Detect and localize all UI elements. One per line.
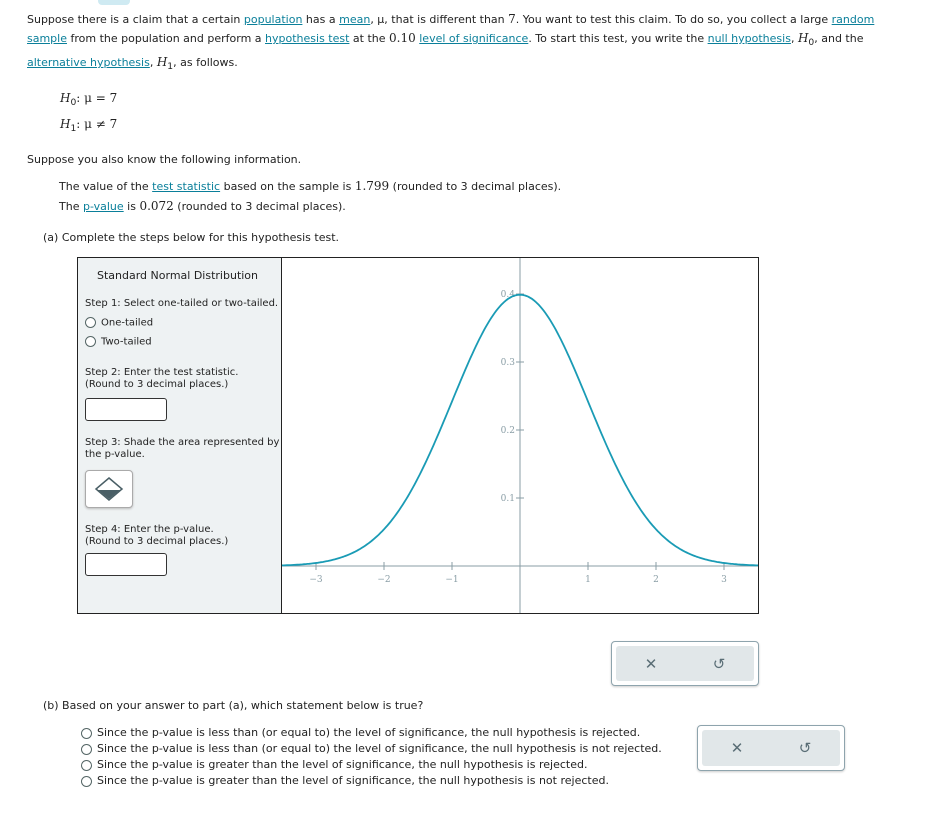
label: Two-tailed (101, 336, 152, 348)
text: has a (302, 13, 340, 26)
normal-curve-plot[interactable]: −3 −2 −1 1 2 30.10.20.30.4 (282, 258, 758, 613)
text: based on the sample is (220, 180, 355, 193)
text: , (149, 56, 157, 69)
mean-link[interactable]: mean (339, 13, 370, 26)
test-statistic-info: The value of the test statistic based on… (59, 179, 561, 193)
x-tick-label: 2 (653, 575, 659, 585)
part-b-actions: ✕ ↺ (697, 725, 845, 771)
x-icon[interactable]: ✕ (645, 655, 658, 673)
part-a-label: (a) Complete the steps below for this hy… (43, 231, 340, 244)
alternative-hypothesis-link[interactable]: alternative hypothesis (27, 56, 150, 69)
p-value-info: The p-value is 0.072 (rounded to 3 decim… (59, 199, 346, 213)
text: (rounded to 3 decimal places). (389, 180, 562, 193)
x-tick-label: −3 (309, 575, 323, 585)
text: Suppose there is a claim that a certain (27, 13, 244, 26)
y-tick-label: 0.3 (501, 358, 516, 368)
label: Since the p-value is less than (or equal… (97, 742, 662, 755)
sample-link[interactable]: sample (27, 32, 67, 45)
text: The value of the (59, 180, 153, 193)
radio[interactable] (81, 727, 92, 739)
actions-bg: ✕ ↺ (616, 646, 754, 681)
step3-label: Step 3: Shade the area represented by (85, 437, 280, 448)
x-tick-label: −1 (445, 575, 458, 585)
text: , μ, that is different than (370, 13, 509, 26)
radio[interactable] (85, 317, 96, 328)
step2-label: Step 2: Enter the test statistic. (85, 367, 239, 378)
h0-relation: : μ = 7 (76, 91, 118, 105)
test-statistic-input[interactable] (85, 398, 167, 421)
undo-icon[interactable]: ↺ (713, 655, 726, 673)
h0-symbol: H (60, 91, 71, 105)
x-tick-label: −2 (377, 575, 390, 585)
text: from the population and perform a (67, 32, 266, 45)
radio[interactable] (81, 775, 92, 787)
h1-symbol: H (156, 55, 168, 69)
option-1[interactable]: Since the p-value is less than (or equal… (81, 726, 640, 739)
step3-note: the p-value. (85, 449, 145, 460)
intro-line-1: Suppose there is a claim that a certain … (27, 12, 874, 26)
label: Since the p-value is greater than the le… (97, 758, 588, 771)
test-statistic-value: 1.799 (354, 179, 390, 193)
y-tick-label: 0.1 (501, 494, 515, 504)
option-4[interactable]: Since the p-value is greater than the le… (81, 774, 609, 787)
x-icon[interactable]: ✕ (731, 739, 744, 757)
step1-label: Step 1: Select one-tailed or two-tailed. (85, 298, 279, 309)
normal-distribution-tool: Standard Normal Distribution Step 1: Sel… (77, 257, 759, 614)
top-tab[interactable] (98, 0, 130, 5)
undo-icon[interactable]: ↺ (799, 739, 812, 757)
part-b-label: (b) Based on your answer to part (a), wh… (43, 699, 424, 712)
hypothesis-test-link[interactable]: hypothesis test (265, 32, 349, 45)
paint-bucket-icon (94, 477, 124, 501)
text: , and the (814, 32, 864, 45)
one-tailed-option[interactable]: One-tailed (85, 317, 153, 329)
two-tailed-option[interactable]: Two-tailed (85, 336, 152, 348)
test-statistic-link[interactable]: test statistic (152, 180, 220, 193)
option-2[interactable]: Since the p-value is less than (or equal… (81, 742, 662, 755)
info-lead: Suppose you also know the following info… (27, 153, 302, 166)
part-a-actions: ✕ ↺ (611, 641, 759, 686)
steps-panel: Standard Normal Distribution Step 1: Sel… (78, 258, 282, 613)
h1-relation: : μ ≠ 7 (76, 117, 118, 131)
panel-title: Standard Normal Distribution (97, 269, 259, 282)
text: , (790, 32, 798, 45)
text: The (59, 200, 83, 213)
null-hypothesis: H0: μ = 7 (60, 91, 117, 108)
x-tick-label: 3 (721, 575, 727, 585)
p-value-value: 0.072 (139, 199, 174, 213)
radio[interactable] (81, 743, 92, 755)
shade-tool-button[interactable] (85, 470, 133, 508)
label: Since the p-value is less than (or equal… (97, 726, 641, 739)
text: is (123, 200, 140, 213)
claim-value: 7 (508, 12, 516, 26)
label: One-tailed (101, 317, 154, 329)
radio[interactable] (85, 336, 96, 347)
intro-line-3: alternative hypothesis, H1, as follows. (27, 55, 238, 72)
h1-symbol: H (60, 117, 71, 131)
text: . You want to test this claim. To do so,… (515, 13, 832, 26)
p-value-link[interactable]: p-value (83, 200, 124, 213)
text: (rounded to 3 decimal places). (173, 200, 346, 213)
population-link[interactable]: population (244, 13, 303, 26)
random-link[interactable]: random (832, 13, 875, 26)
level-of-significance-link[interactable]: level of significance (419, 32, 528, 45)
radio[interactable] (81, 759, 92, 771)
actions-bg: ✕ ↺ (702, 730, 840, 766)
step4-label: Step 4: Enter the p-value. (85, 524, 214, 535)
alternative-hypothesis: H1: μ ≠ 7 (60, 117, 117, 134)
step2-note: (Round to 3 decimal places.) (85, 379, 229, 390)
text: at the (349, 32, 390, 45)
label: Since the p-value is greater than the le… (97, 774, 609, 787)
null-hypothesis-link[interactable]: null hypothesis (708, 32, 791, 45)
text: . To start this test, you write the (528, 32, 708, 45)
h0-symbol: H (797, 31, 809, 45)
option-3[interactable]: Since the p-value is greater than the le… (81, 758, 587, 771)
step4-note: (Round to 3 decimal places.) (85, 536, 229, 547)
alpha-value: 0.10 (389, 31, 416, 45)
p-value-input[interactable] (85, 553, 167, 576)
text: , as follows. (173, 56, 238, 69)
x-tick-label: 1 (585, 575, 591, 585)
y-tick-label: 0.2 (501, 426, 515, 436)
intro-line-2: sample from the population and perform a… (27, 31, 863, 48)
